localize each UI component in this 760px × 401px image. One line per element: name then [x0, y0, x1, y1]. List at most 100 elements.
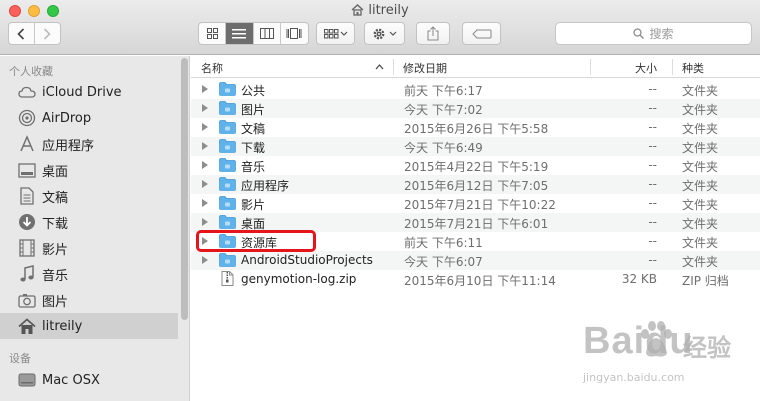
sidebar-item-pictures[interactable]: 图片 — [0, 287, 178, 313]
file-name: 下载 — [241, 141, 266, 155]
sidebar-item-downloads[interactable]: 下载 — [0, 209, 178, 235]
sidebar-item-documents[interactable]: 文稿 — [0, 183, 178, 209]
column-view-button[interactable] — [254, 23, 281, 44]
tags-button[interactable] — [462, 22, 501, 45]
file-date: 今天 下午6:49 — [404, 141, 483, 155]
sidebar-item-label: 文稿 — [42, 190, 69, 206]
sidebar-item-music[interactable]: 音乐 — [0, 261, 178, 287]
file-kind: 文件夹 — [682, 103, 719, 117]
file-size: -- — [648, 139, 657, 153]
sort-ascending-icon — [375, 64, 384, 70]
watermark: Baidu 经验 jingyan.baidu.com — [583, 320, 753, 398]
grid-icon — [206, 28, 218, 39]
file-row[interactable]: 文稿 2015年6月26日 下午5:58 -- 文件夹 — [191, 118, 760, 137]
file-row[interactable]: AndroidStudioProjects 今天 下午6:07 -- 文件夹 — [191, 251, 760, 270]
sidebar-item-home[interactable]: litreily — [0, 313, 178, 339]
file-kind: 文件夹 — [682, 255, 719, 269]
disclosure-triangle-icon[interactable] — [202, 256, 208, 264]
disclosure-triangle-icon[interactable] — [202, 218, 208, 226]
file-size: -- — [648, 101, 657, 115]
sidebar-section-favorites: 个人收藏 — [9, 65, 53, 78]
disclosure-triangle-icon[interactable] — [202, 161, 208, 169]
documents-icon — [17, 186, 37, 206]
sidebar-scrollbar-thumb[interactable] — [181, 58, 188, 320]
file-kind: 文件夹 — [682, 141, 719, 155]
search-field[interactable]: 搜索 — [555, 22, 752, 45]
sidebar-item-icloud-drive[interactable]: iCloud Drive — [0, 79, 178, 105]
file-size: -- — [648, 82, 657, 96]
column-header-name[interactable]: 名称 — [201, 60, 223, 76]
music-note-icon — [17, 264, 37, 284]
file-date: 前天 下午6:11 — [404, 236, 483, 250]
file-row[interactable]: 应用程序 2015年6月12日 下午7:05 -- 文件夹 — [191, 175, 760, 194]
home-icon — [17, 316, 37, 336]
view-mode-control — [198, 22, 309, 45]
folder-icon — [219, 177, 236, 191]
disclosure-triangle-icon[interactable] — [202, 199, 208, 207]
file-row[interactable]: 音乐 2015年4月22日 下午5:19 -- 文件夹 — [191, 156, 760, 175]
file-row[interactable]: genymotion-log.zip 2015年6月10日 下午11:14 32 K… — [191, 270, 760, 289]
sidebar-item-label: litreily — [42, 318, 83, 334]
columns-icon — [259, 28, 274, 39]
file-size: 32 KB — [621, 272, 657, 286]
file-date: 2015年7月21日 下午10:22 — [404, 198, 556, 212]
annotation-highlight — [196, 230, 316, 252]
file-row[interactable]: 下载 今天 下午6:49 -- 文件夹 — [191, 137, 760, 156]
file-date: 今天 下午6:07 — [404, 255, 483, 269]
sidebar-item-applications[interactable]: 应用程序 — [0, 131, 178, 157]
chevron-right-icon — [44, 27, 51, 40]
file-size: -- — [648, 196, 657, 210]
sidebar-item-label: Mac OSX — [42, 372, 100, 388]
sidebar-item-label: 影片 — [42, 242, 69, 258]
arrange-button[interactable] — [316, 22, 355, 45]
sidebar-item-airdrop[interactable]: AirDrop — [0, 105, 178, 131]
share-icon — [427, 26, 439, 41]
sidebar-item-label: AirDrop — [42, 110, 92, 126]
watermark-cn: 经验 — [683, 334, 731, 362]
coverflow-icon — [286, 28, 302, 39]
file-size: -- — [648, 215, 657, 229]
sidebar-item-label: 图片 — [42, 294, 69, 310]
file-name: 影片 — [241, 198, 266, 212]
file-kind: 文件夹 — [682, 179, 719, 193]
file-row[interactable]: 影片 2015年7月21日 下午10:22 -- 文件夹 — [191, 194, 760, 213]
disclosure-triangle-icon[interactable] — [202, 180, 208, 188]
forward-button[interactable] — [35, 23, 60, 44]
sidebar-item-mac-osx[interactable]: Mac OSX — [0, 367, 178, 393]
disclosure-triangle-icon[interactable] — [202, 123, 208, 131]
cloud-icon — [17, 82, 37, 102]
file-kind: 文件夹 — [682, 160, 719, 174]
downloads-icon — [17, 212, 37, 232]
disclosure-triangle-icon[interactable] — [202, 85, 208, 93]
sidebar-scrollbar[interactable] — [180, 56, 189, 401]
sidebar: 个人收藏 iCloud Drive AirDrop 应用程序 桌面 文稿 下载 … — [0, 56, 190, 401]
sidebar-item-movies[interactable]: 影片 — [0, 235, 178, 261]
back-button[interactable] — [9, 23, 35, 44]
sidebar-item-desktop[interactable]: 桌面 — [0, 157, 178, 183]
column-header-kind[interactable]: 种类 — [682, 60, 704, 76]
applications-icon — [17, 134, 37, 154]
file-size: -- — [648, 158, 657, 172]
file-kind: 文件夹 — [682, 236, 719, 250]
file-row[interactable]: 公共 前天 下午6:17 -- 文件夹 — [191, 80, 760, 99]
action-button[interactable] — [364, 22, 405, 45]
nav-group — [8, 22, 61, 45]
sidebar-item-label: 音乐 — [42, 268, 69, 284]
column-header-size[interactable]: 大小 — [635, 60, 657, 76]
disclosure-triangle-icon[interactable] — [202, 104, 208, 112]
column-header-date[interactable]: 修改日期 — [403, 60, 447, 76]
file-size: -- — [648, 234, 657, 248]
airdrop-icon — [17, 108, 37, 128]
list-view-button[interactable] — [226, 23, 254, 44]
file-name: 图片 — [241, 103, 266, 117]
share-button[interactable] — [416, 22, 450, 45]
file-date: 2015年4月22日 下午5:19 — [404, 160, 549, 174]
file-date: 今天 下午7:02 — [404, 103, 483, 117]
file-row[interactable]: 图片 今天 下午7:02 -- 文件夹 — [191, 99, 760, 118]
disclosure-triangle-icon[interactable] — [202, 142, 208, 150]
icon-view-button[interactable] — [199, 23, 227, 44]
coverflow-view-button[interactable] — [281, 23, 308, 44]
gear-icon — [373, 28, 396, 39]
file-size: -- — [648, 177, 657, 191]
file-name: 文稿 — [241, 122, 266, 136]
